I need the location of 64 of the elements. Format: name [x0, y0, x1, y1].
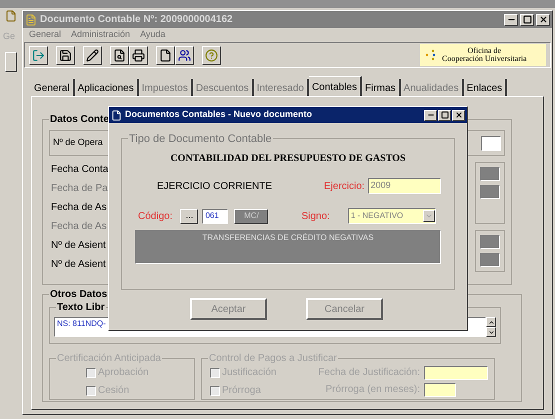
maximize-button[interactable]: [520, 14, 534, 26]
close-button[interactable]: [536, 14, 550, 26]
field-label: Fecha de Pa: [51, 182, 108, 196]
date-field[interactable]: [480, 185, 500, 199]
print-icon: [132, 48, 145, 62]
scroll-up-button[interactable]: [486, 317, 496, 327]
group-title: Tipo de Documento Contable: [128, 131, 273, 148]
field-label: Nº de Opera: [53, 136, 103, 150]
app-icon: [5, 10, 17, 22]
page-icon: [159, 48, 172, 62]
input-field[interactable]: [481, 136, 501, 150]
exit-icon: [32, 48, 45, 62]
checkbox[interactable]: [210, 368, 220, 378]
input-field[interactable]: [424, 366, 488, 380]
tab[interactable]: Enlaces: [464, 79, 508, 96]
dialog-title: Documentos Contables - Nuevo documento: [125, 108, 312, 122]
tab[interactable]: Aplicaciones: [74, 79, 139, 96]
tab[interactable]: Firmas: [362, 79, 401, 96]
preview-icon: [113, 48, 126, 62]
field-label: Nº de Asient: [51, 258, 107, 272]
checkbox[interactable]: [86, 368, 96, 378]
entry-field[interactable]: [480, 235, 500, 249]
help-icon: [205, 48, 218, 62]
field-label: Nº de Asient: [51, 239, 107, 253]
minimize-button[interactable]: [504, 14, 518, 26]
checkbox[interactable]: [86, 386, 96, 396]
sign-select[interactable]: 1 - NEGATIVO: [348, 208, 436, 224]
browse-button[interactable]: ...: [180, 208, 198, 224]
year-field[interactable]: 2009: [368, 178, 441, 194]
input-field[interactable]: [424, 382, 456, 396]
code-button[interactable]: MC/: [234, 208, 268, 224]
field-label: Fecha de As: [51, 220, 108, 234]
field-label: Signo:: [301, 210, 330, 224]
field-label: Fecha Conta: [51, 163, 108, 177]
dropdown-icon: [424, 212, 433, 220]
date-field[interactable]: [480, 167, 500, 181]
code-field[interactable]: 061: [202, 208, 228, 224]
tab[interactable]: Contables: [308, 76, 362, 96]
close-icon: [454, 111, 462, 119]
logo-text: Oficina de: [468, 47, 502, 55]
close-icon: [538, 15, 548, 24]
description-text: TRANSFERENCIAS DE CRÉDITO NEGATIVAS: [202, 232, 374, 244]
close-button[interactable]: [452, 110, 465, 120]
scroll-down-button[interactable]: [486, 327, 496, 337]
window-title: Documento Contable Nº: 2009000004162: [40, 13, 233, 27]
people-icon: [178, 48, 191, 62]
pencil-icon: [86, 48, 99, 62]
field-label: Código:: [138, 210, 172, 224]
heading: CONTABILIDAD DEL PRESUPUESTO DE GASTOS: [170, 152, 406, 166]
maximize-icon: [522, 15, 532, 24]
exercise-type: EJERCICIO CORRIENTE: [157, 180, 272, 194]
entry-field[interactable]: [480, 253, 500, 267]
maximize-icon: [440, 111, 448, 119]
dots-icon: [424, 48, 438, 62]
minimize-button[interactable]: [424, 110, 437, 120]
save-icon: [59, 48, 72, 62]
checkbox[interactable]: [210, 386, 220, 396]
tab[interactable]: General: [31, 79, 75, 96]
field-label: Ejercicio:: [324, 180, 365, 194]
logo-text: Cooperación Universitaria: [442, 55, 527, 63]
document-icon: [25, 14, 37, 26]
maximize-button[interactable]: [438, 110, 451, 120]
field-label: Fecha de As: [51, 201, 108, 215]
document-icon: [111, 110, 122, 120]
